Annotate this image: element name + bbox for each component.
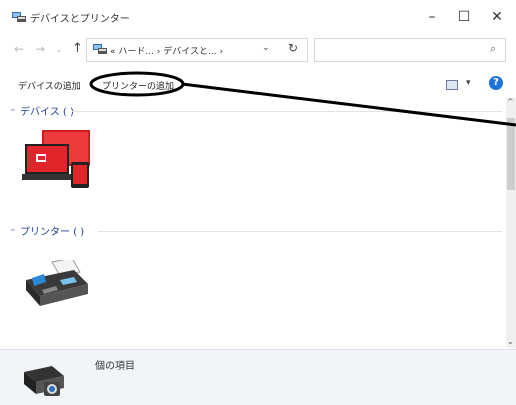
search-input[interactable]: [314, 38, 506, 62]
item-count-text: 個の項目: [95, 361, 135, 372]
devices-group-header[interactable]: デバイス ( ): [20, 103, 74, 118]
maximize-button[interactable]: ☐: [447, 4, 481, 30]
devices-printers-icon: [12, 12, 26, 22]
scroll-down-icon[interactable]: ⌄: [507, 337, 514, 346]
group-divider: [72, 111, 502, 112]
scroll-thumb[interactable]: [507, 118, 515, 190]
control-panel-icon: [93, 44, 107, 54]
fax-printer-icon[interactable]: [22, 260, 90, 308]
refresh-icon[interactable]: ↻: [288, 41, 298, 55]
chevron-down-icon[interactable]: ⌄: [262, 43, 270, 53]
details-pane: [0, 349, 516, 405]
printers-group-header[interactable]: プリンター ( ): [20, 223, 84, 238]
add-device-button[interactable]: デバイスの追加: [18, 79, 81, 92]
devices-group-chevron-icon[interactable]: ⌄: [9, 104, 17, 114]
view-dropdown-icon[interactable]: ▾: [466, 78, 471, 88]
help-icon[interactable]: ?: [489, 76, 503, 90]
forward-icon[interactable]: →: [35, 42, 45, 56]
breadcrumb[interactable]: « ハード... › デバイスと... ›: [110, 44, 223, 57]
up-folder-icon[interactable]: ↑: [72, 41, 83, 56]
search-icon[interactable]: ⌕: [490, 42, 496, 56]
scroll-up-icon[interactable]: ^: [507, 97, 514, 106]
group-divider: [98, 231, 502, 232]
laptop-device-icon[interactable]: [22, 128, 92, 190]
printers-group-chevron-icon[interactable]: ⌄: [9, 224, 17, 234]
add-printer-button[interactable]: プリンターの追加: [102, 79, 174, 92]
window-title: デバイスとプリンター: [30, 14, 130, 25]
devices-printers-detail-icon: [24, 366, 64, 396]
recent-locations-icon[interactable]: ⌄: [55, 45, 63, 55]
back-icon[interactable]: ←: [14, 42, 24, 56]
minimize-button[interactable]: –: [415, 4, 449, 30]
view-options-icon[interactable]: [446, 80, 458, 90]
close-button[interactable]: ✕: [480, 4, 514, 30]
